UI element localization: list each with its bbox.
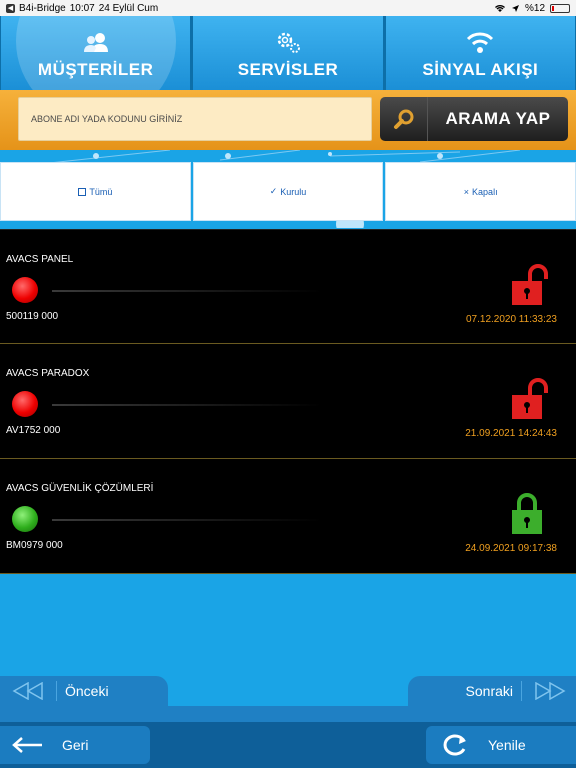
search-button[interactable]: ARAMA YAP (380, 97, 568, 141)
timestamp: 24.09.2021 09:17:38 (465, 543, 557, 554)
refresh-button[interactable]: Yenile (426, 726, 576, 764)
search-button-label: ARAMA YAP (445, 109, 551, 128)
bottom-bar: Geri Yenile (0, 722, 576, 768)
filter-kurulu[interactable]: ✓ Kurulu (192, 162, 384, 221)
back-label: Geri (62, 737, 89, 753)
customer-code: 500119 000 (6, 311, 59, 322)
next-page-button[interactable]: Sonraki (408, 676, 576, 706)
back-arrow-icon[interactable]: ◀ (6, 3, 15, 13)
tab-musteriler[interactable]: MÜŞTERİLER (1, 16, 191, 90)
tab-sinyal-akisi[interactable]: SİNYAL AKIŞI (385, 16, 575, 90)
status-date: 24 Eylül Cum (98, 2, 159, 14)
battery-label: %12 (524, 2, 545, 14)
pager-bar (0, 706, 576, 722)
previous-label: Önceki (65, 683, 109, 699)
filter-row: Tümü ✓ Kurulu × Kapalı (0, 162, 576, 221)
status-time: 10:07 (69, 2, 95, 14)
filter-label: Kurulu (280, 186, 307, 197)
customer-name: AVACS PANEL (6, 254, 74, 265)
gears-icon (277, 32, 300, 53)
divider (52, 404, 322, 406)
filter-label: Kapalı (472, 186, 498, 197)
magnifier-icon (380, 97, 428, 141)
unlocked-padlock-icon (512, 378, 548, 419)
next-label: Sonraki (465, 683, 513, 699)
customer-list: AVACS PANEL 500119 000 07.12.2020 11:33:… (0, 229, 576, 574)
wifi-icon (495, 5, 505, 12)
list-item[interactable]: AVACS GÜVENLİK ÇÖZÜMLERİ BM0979 000 24.0… (0, 459, 576, 574)
pager: Önceki Sonraki (0, 676, 576, 706)
timestamp: 21.09.2021 14:24:43 (465, 428, 557, 439)
locked-padlock-icon (512, 493, 542, 534)
unlocked-padlock-icon (512, 264, 548, 305)
wifi-icon (467, 32, 494, 53)
tab-label: SİNYAL AKIŞI (422, 60, 539, 79)
status-bar: ◀ B4i-Bridge 10:07 24 Eylül Cum %12 (0, 0, 576, 16)
customer-code: AV1752 000 (6, 425, 61, 436)
back-arrow-icon (12, 737, 42, 753)
double-right-arrow-icon (535, 682, 566, 700)
list-item[interactable]: AVACS PARADOX AV1752 000 21.09.2021 14:2… (0, 344, 576, 459)
filter-kapali[interactable]: × Kapalı (385, 162, 576, 221)
filter-tumu[interactable]: Tümü (0, 162, 191, 221)
status-led-icon (12, 506, 38, 532)
back-button[interactable]: Geri (0, 726, 150, 764)
list-item[interactable]: AVACS PANEL 500119 000 07.12.2020 11:33:… (0, 229, 576, 344)
battery-icon (550, 3, 570, 13)
tab-servisler[interactable]: SERVİSLER (193, 16, 383, 90)
check-icon: ✓ (269, 186, 278, 196)
checkbox-empty-icon (78, 187, 87, 196)
customer-name: AVACS GÜVENLİK ÇÖZÜMLERİ (6, 483, 154, 494)
filter-label: Tümü (89, 186, 113, 197)
divider (52, 519, 322, 521)
separator (56, 681, 57, 701)
top-nav: MÜŞTERİLER SERVİSLER SİNYAL AKIŞI (0, 16, 576, 90)
customer-code: BM0979 000 (6, 540, 63, 551)
back-app-label[interactable]: B4i-Bridge (19, 3, 66, 14)
location-icon (511, 4, 519, 12)
divider (52, 290, 322, 292)
double-left-arrow-icon (12, 682, 43, 700)
previous-page-button[interactable]: Önceki (0, 676, 168, 706)
users-icon (83, 33, 108, 52)
status-led-icon (12, 277, 38, 303)
customer-name: AVACS PARADOX (6, 368, 90, 379)
refresh-icon (443, 734, 466, 756)
refresh-label: Yenile (488, 737, 526, 753)
tab-label: MÜŞTERİLER (37, 60, 154, 79)
search-bar: ABONE ADI YADA KODUNU GİRİNİZ ARAMA YAP (0, 90, 576, 150)
search-input[interactable]: ABONE ADI YADA KODUNU GİRİNİZ (18, 97, 372, 141)
tab-label: SERVİSLER (237, 60, 339, 79)
timestamp: 07.12.2020 11:33:23 (465, 314, 557, 325)
separator (521, 681, 522, 701)
status-led-icon (12, 391, 38, 417)
close-icon: × (463, 186, 470, 197)
